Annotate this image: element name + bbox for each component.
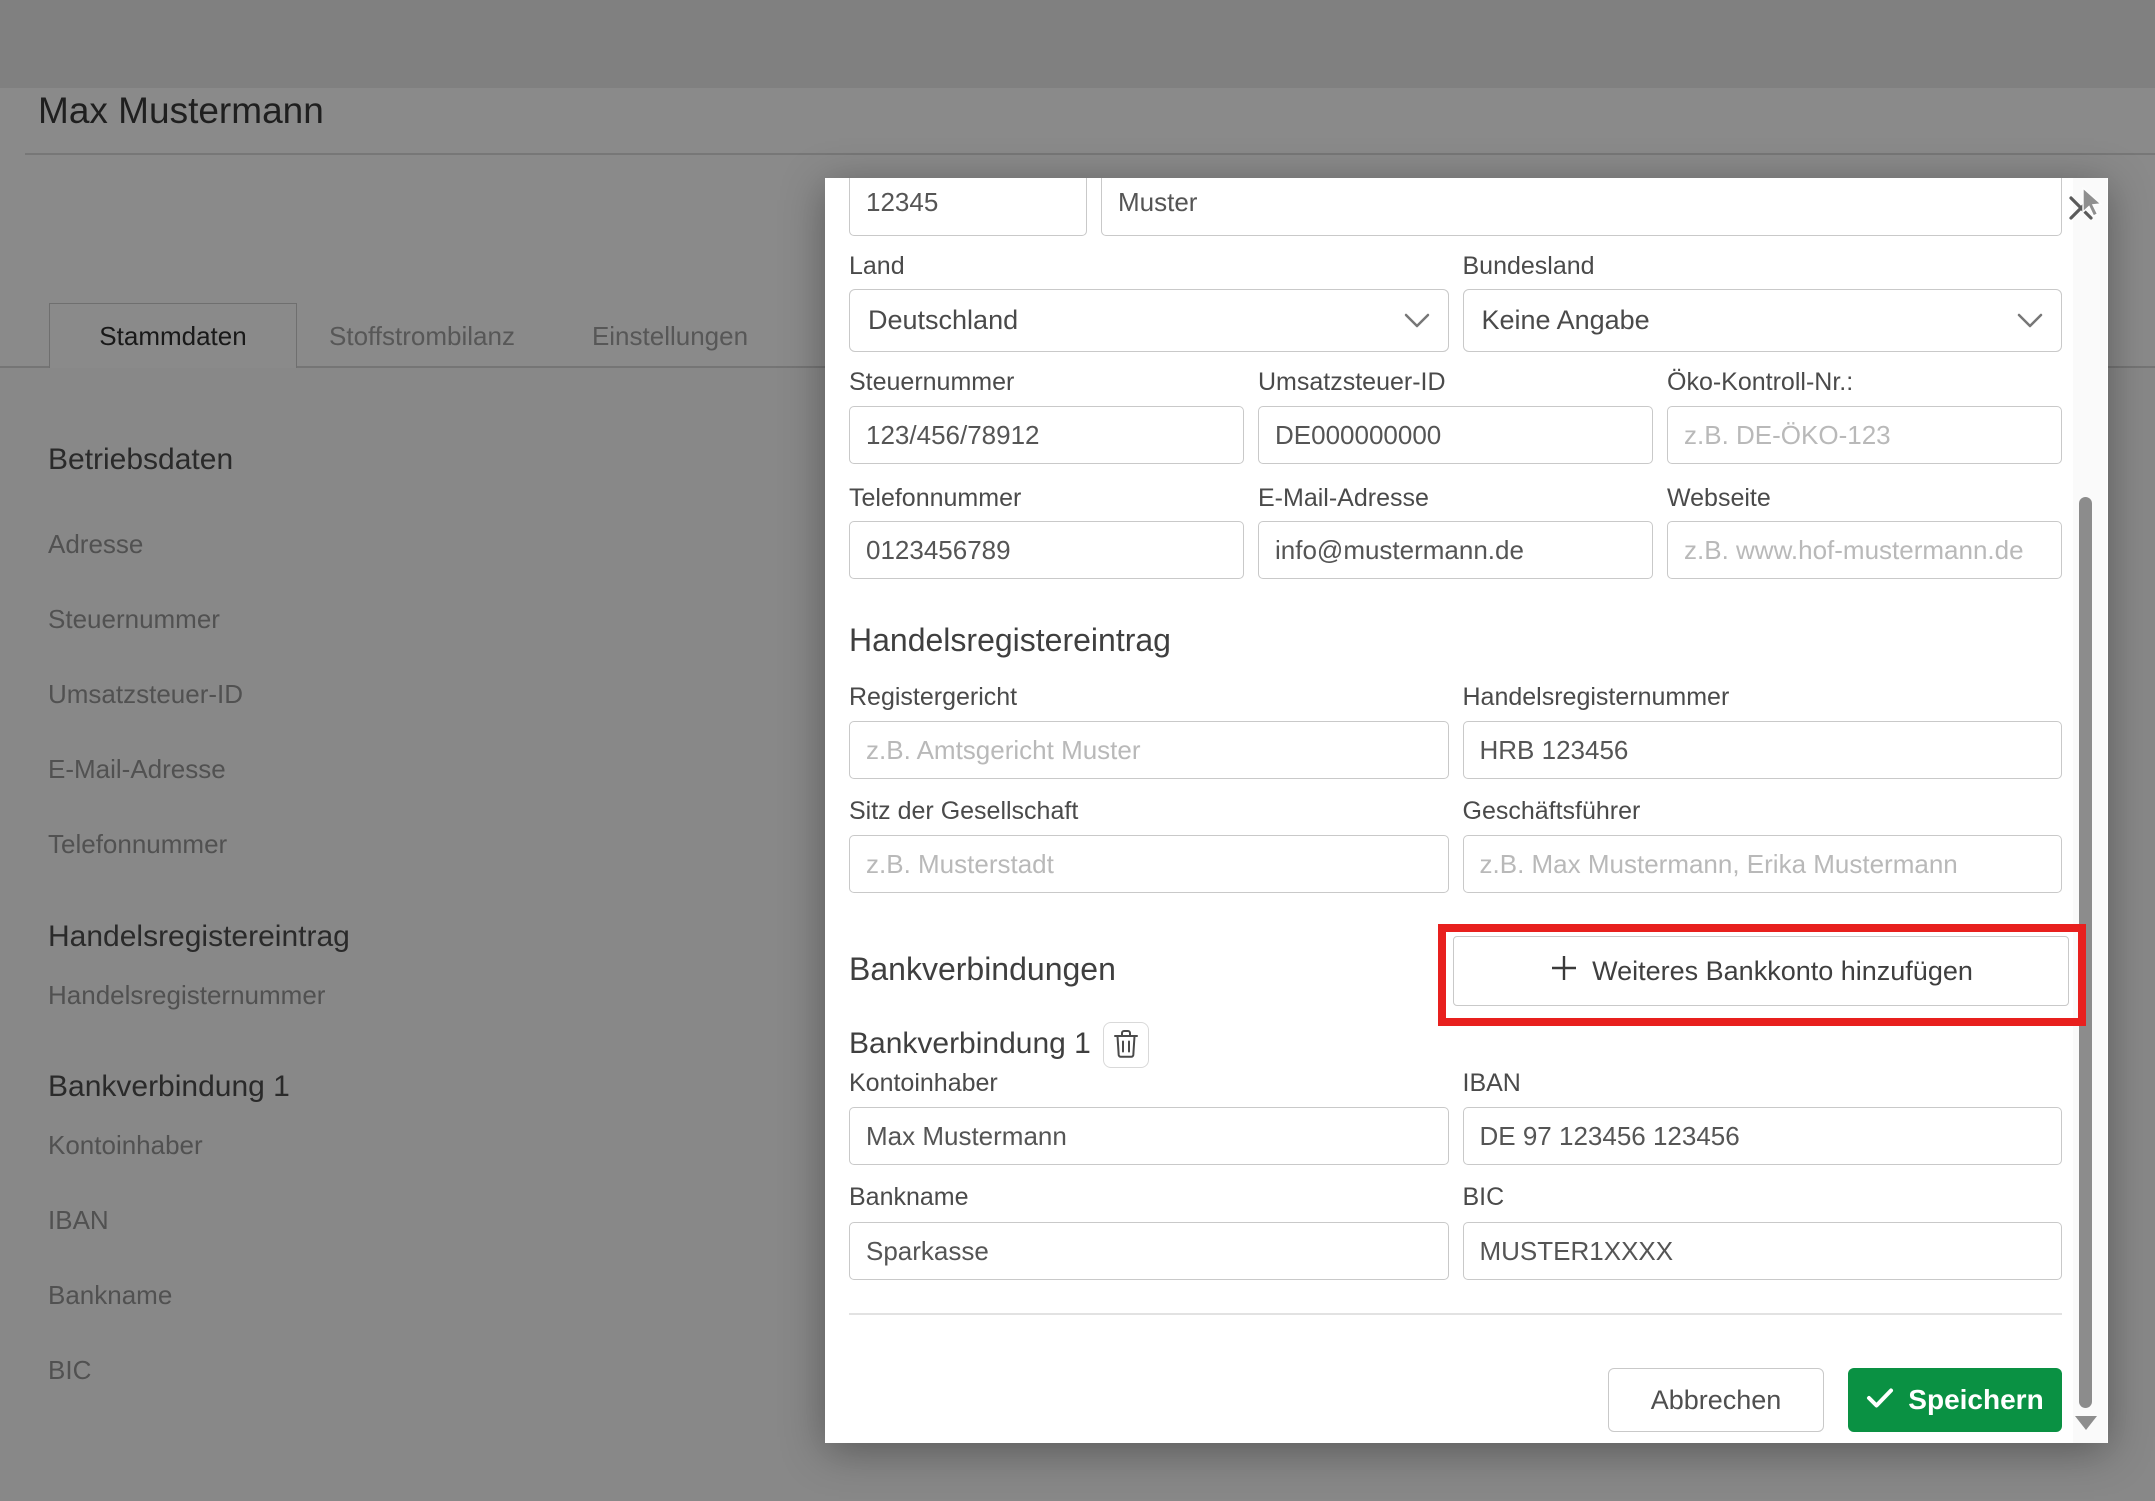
trade-register-heading: Handelsregistereintrag <box>849 622 1171 658</box>
state-select[interactable]: Keine Angabe <box>1462 289 2062 352</box>
address-row <box>849 178 2062 236</box>
account-holder-label: Kontoinhaber <box>849 1069 998 1097</box>
close-icon <box>2069 196 2093 220</box>
scrollbar-down-arrow[interactable] <box>2075 1416 2097 1430</box>
bank1-row1 <box>849 1107 2062 1165</box>
contact-row <box>849 521 2062 579</box>
bank1-row2-labels: Bankname BIC <box>849 1183 2062 1212</box>
iban-input[interactable] <box>1462 1107 2062 1165</box>
register-court-label: Registergericht <box>849 683 1018 711</box>
chevron-down-icon <box>2017 305 2043 336</box>
phone-input[interactable] <box>849 521 1244 579</box>
state-select-value: Keine Angabe <box>1481 305 1650 335</box>
add-bank-account-button[interactable]: Weiteres Bankkonto hinzufügen <box>1453 936 2069 1006</box>
bic-label: BIC <box>1462 1183 1505 1211</box>
zip-input[interactable] <box>849 178 1087 236</box>
checkmark-icon <box>1866 1384 1894 1416</box>
tax-row <box>849 406 2062 464</box>
country-select[interactable]: Deutschland <box>849 289 1449 352</box>
register-row-labels: Registergericht Handelsregisternummer <box>849 683 2062 712</box>
contact-row-labels: Telefonnummer E-Mail-Adresse Webseite <box>849 484 2062 513</box>
save-button-label: Speichern <box>1908 1384 2044 1415</box>
bank-section-heading: Bankverbindungen <box>849 951 1116 987</box>
iban-label: IBAN <box>1462 1069 1521 1097</box>
vat-id-label: Umsatzsteuer-ID <box>1258 368 1446 396</box>
bank1-heading: Bankverbindung 1 <box>849 1027 1091 1060</box>
vat-id-input[interactable] <box>1258 406 1653 464</box>
tax-row-labels: Steuernummer Umsatzsteuer-ID Öko-Kontrol… <box>849 368 2062 397</box>
managing-directors-input[interactable] <box>1462 835 2062 893</box>
company-seat-label: Sitz der Gesellschaft <box>849 797 1079 825</box>
email-input[interactable] <box>1258 521 1653 579</box>
footer-divider <box>849 1313 2062 1315</box>
website-input[interactable] <box>1667 521 2062 579</box>
country-state-labels: Land Bundesland <box>849 252 2062 281</box>
register-number-input[interactable] <box>1462 721 2062 779</box>
eco-control-input[interactable] <box>1667 406 2062 464</box>
register-row <box>849 721 2062 779</box>
eco-control-label: Öko-Kontroll-Nr.: <box>1667 368 1854 396</box>
register-court-input[interactable] <box>849 721 1449 779</box>
screen: Max Mustermann Stammdaten Stoffstrombila… <box>0 0 2155 1501</box>
bic-input[interactable] <box>1462 1222 2062 1280</box>
scrollbar-thumb[interactable] <box>2079 497 2092 1408</box>
register-number-label: Handelsregisternummer <box>1462 683 1730 711</box>
trash-icon <box>1113 1029 1139 1062</box>
seat-row <box>849 835 2062 893</box>
website-label: Webseite <box>1667 484 1771 512</box>
save-button[interactable]: Speichern <box>1848 1368 2062 1432</box>
bank-name-input[interactable] <box>849 1222 1449 1280</box>
bank1-row1-labels: Kontoinhaber IBAN <box>849 1069 2062 1098</box>
country-select-value: Deutschland <box>868 305 1019 335</box>
delete-bank-account-button[interactable] <box>1103 1022 1149 1068</box>
stammdaten-edit-modal: Land Bundesland Deutschland Keine Angabe… <box>825 178 2108 1443</box>
country-state-row: Deutschland Keine Angabe <box>849 289 2062 352</box>
email-label: E-Mail-Adresse <box>1258 484 1429 512</box>
country-label: Land <box>849 252 905 280</box>
plus-icon <box>1549 953 1579 990</box>
chevron-down-icon <box>1404 305 1430 336</box>
account-holder-input[interactable] <box>849 1107 1449 1165</box>
state-label: Bundesland <box>1462 252 1595 280</box>
tax-number-label: Steuernummer <box>849 368 1015 396</box>
bank-name-label: Bankname <box>849 1183 969 1211</box>
cancel-button[interactable]: Abbrechen <box>1608 1368 1824 1432</box>
tax-number-input[interactable] <box>849 406 1244 464</box>
close-button[interactable] <box>2063 190 2099 226</box>
city-input[interactable] <box>1101 178 2062 236</box>
company-seat-input[interactable] <box>849 835 1449 893</box>
seat-row-labels: Sitz der Gesellschaft Geschäftsführer <box>849 797 2062 826</box>
bank1-row2 <box>849 1222 2062 1280</box>
phone-label: Telefonnummer <box>849 484 1022 512</box>
add-bank-account-label: Weiteres Bankkonto hinzufügen <box>1592 955 1973 986</box>
managing-directors-label: Geschäftsführer <box>1462 797 1641 825</box>
